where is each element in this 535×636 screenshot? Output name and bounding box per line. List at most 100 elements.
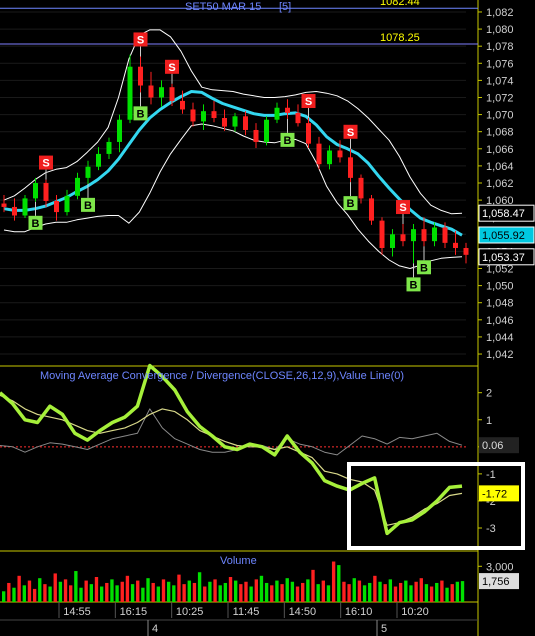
candle-body	[169, 87, 175, 101]
volume-bar	[22, 585, 26, 602]
candle-body	[54, 200, 59, 213]
time-axis-label: 16:10	[345, 606, 373, 618]
buy-signal-label: B	[84, 200, 92, 212]
candle-body	[243, 116, 248, 130]
candle-body	[159, 87, 164, 98]
time-axis-label: 10:25	[176, 606, 204, 618]
volume-bar	[331, 561, 336, 602]
volume-bar	[218, 585, 222, 602]
volume-bar	[197, 572, 202, 602]
price-axis-tick-label: 1,070	[486, 110, 514, 122]
volume-bar	[38, 578, 42, 602]
price-badge-label: 1,055.92	[482, 230, 525, 242]
volume-bar	[373, 575, 377, 602]
volume-bar	[409, 585, 413, 602]
candle-body	[190, 109, 196, 122]
candle-body	[390, 234, 395, 248]
volume-bar	[105, 582, 109, 602]
volume-bar	[435, 582, 439, 602]
candle-body	[453, 242, 458, 248]
volume-bar	[264, 582, 269, 602]
volume-bar	[393, 586, 398, 602]
price-axis-tick-label: 1,080	[486, 24, 514, 36]
reference-line-label: 1078.25	[380, 32, 420, 44]
price-axis-tick-label: 1,068	[486, 127, 514, 139]
volume-bar	[17, 575, 21, 602]
price-axis-tick-label: 1,082	[486, 7, 514, 19]
volume-bar	[182, 584, 186, 602]
volume-bar	[125, 575, 130, 602]
sell-signal-label: S	[305, 96, 312, 108]
date-axis-label: 5	[381, 623, 387, 635]
signals: BBBBBBBSSSSSS	[28, 32, 431, 292]
volume-bar	[43, 584, 47, 602]
volume-bar	[234, 580, 238, 602]
volume-bar	[347, 584, 351, 602]
candle-body	[432, 227, 437, 242]
volume-bar	[177, 574, 181, 602]
volume-bar	[120, 581, 124, 602]
volume-bar	[228, 577, 233, 602]
volume-bar	[275, 580, 279, 602]
price-axis-tick-label: 1,072	[486, 92, 514, 104]
price-axis-tick-label: 1,074	[486, 75, 514, 87]
volume-bar	[368, 582, 372, 602]
price-chart-title: SET50 MAR 15	[185, 1, 261, 13]
candle-body	[421, 229, 427, 242]
volume-bar	[460, 581, 465, 602]
volume-bar	[244, 581, 248, 602]
volume-bars	[2, 561, 465, 602]
volume-bar	[203, 586, 207, 602]
candle-body	[85, 166, 91, 178]
volume-bar	[404, 580, 408, 602]
price-axis-tick-label: 1,052	[486, 264, 514, 276]
candle-body	[253, 129, 259, 142]
candle-body	[43, 183, 49, 201]
volume-bar	[156, 586, 161, 602]
sell-signal-label: S	[42, 158, 49, 170]
candle-body	[138, 66, 143, 86]
buy-signal-label: B	[137, 108, 145, 120]
buy-signal-label: B	[32, 218, 40, 230]
macd-line	[0, 363, 463, 536]
volume-bar	[337, 565, 341, 602]
volume-bar	[58, 581, 63, 602]
candle-body	[201, 111, 206, 122]
volume-bar	[84, 580, 88, 602]
candle-body	[232, 116, 238, 127]
volume-bar	[342, 581, 346, 602]
price-badge-label: 1,053.37	[482, 252, 525, 264]
price-axis-tick-label: 1,048	[486, 298, 514, 310]
price-axis-tick-label: 1,044	[486, 332, 514, 344]
candle-body	[411, 229, 416, 242]
volume-bar	[213, 579, 217, 602]
bollinger-middle-line	[3, 90, 463, 237]
volume-bar	[166, 581, 171, 602]
volume-bar	[357, 580, 362, 602]
buy-signal-label: B	[284, 135, 292, 147]
volume-chart-title: Volume	[220, 555, 257, 567]
volume-bar	[311, 569, 315, 602]
price-badge-label: 1,058.47	[482, 208, 525, 220]
price-axis-tick-label: 1,050	[486, 281, 514, 293]
candle-body	[96, 153, 101, 167]
volume-badge-label: 1,756	[482, 576, 510, 588]
volume-bar	[383, 584, 387, 602]
volume-bar	[7, 582, 11, 602]
price-axis-tick-label: 1,066	[486, 144, 514, 156]
volume-bar	[63, 579, 68, 602]
volume-bar	[12, 587, 16, 602]
sell-signal-label: S	[399, 202, 406, 214]
volume-bar	[316, 584, 320, 602]
candle-body	[306, 123, 311, 144]
price-axis-tick-label: 1,076	[486, 58, 514, 70]
volume-bar	[53, 573, 57, 602]
candle-body	[264, 119, 269, 142]
candles	[1, 54, 469, 264]
volume-bar	[378, 581, 382, 602]
volume-bar	[306, 579, 310, 602]
volume-bar	[94, 577, 99, 602]
volume-bar	[388, 579, 393, 602]
time-axis-label: 14:55	[63, 606, 91, 618]
candle-body	[148, 85, 154, 98]
